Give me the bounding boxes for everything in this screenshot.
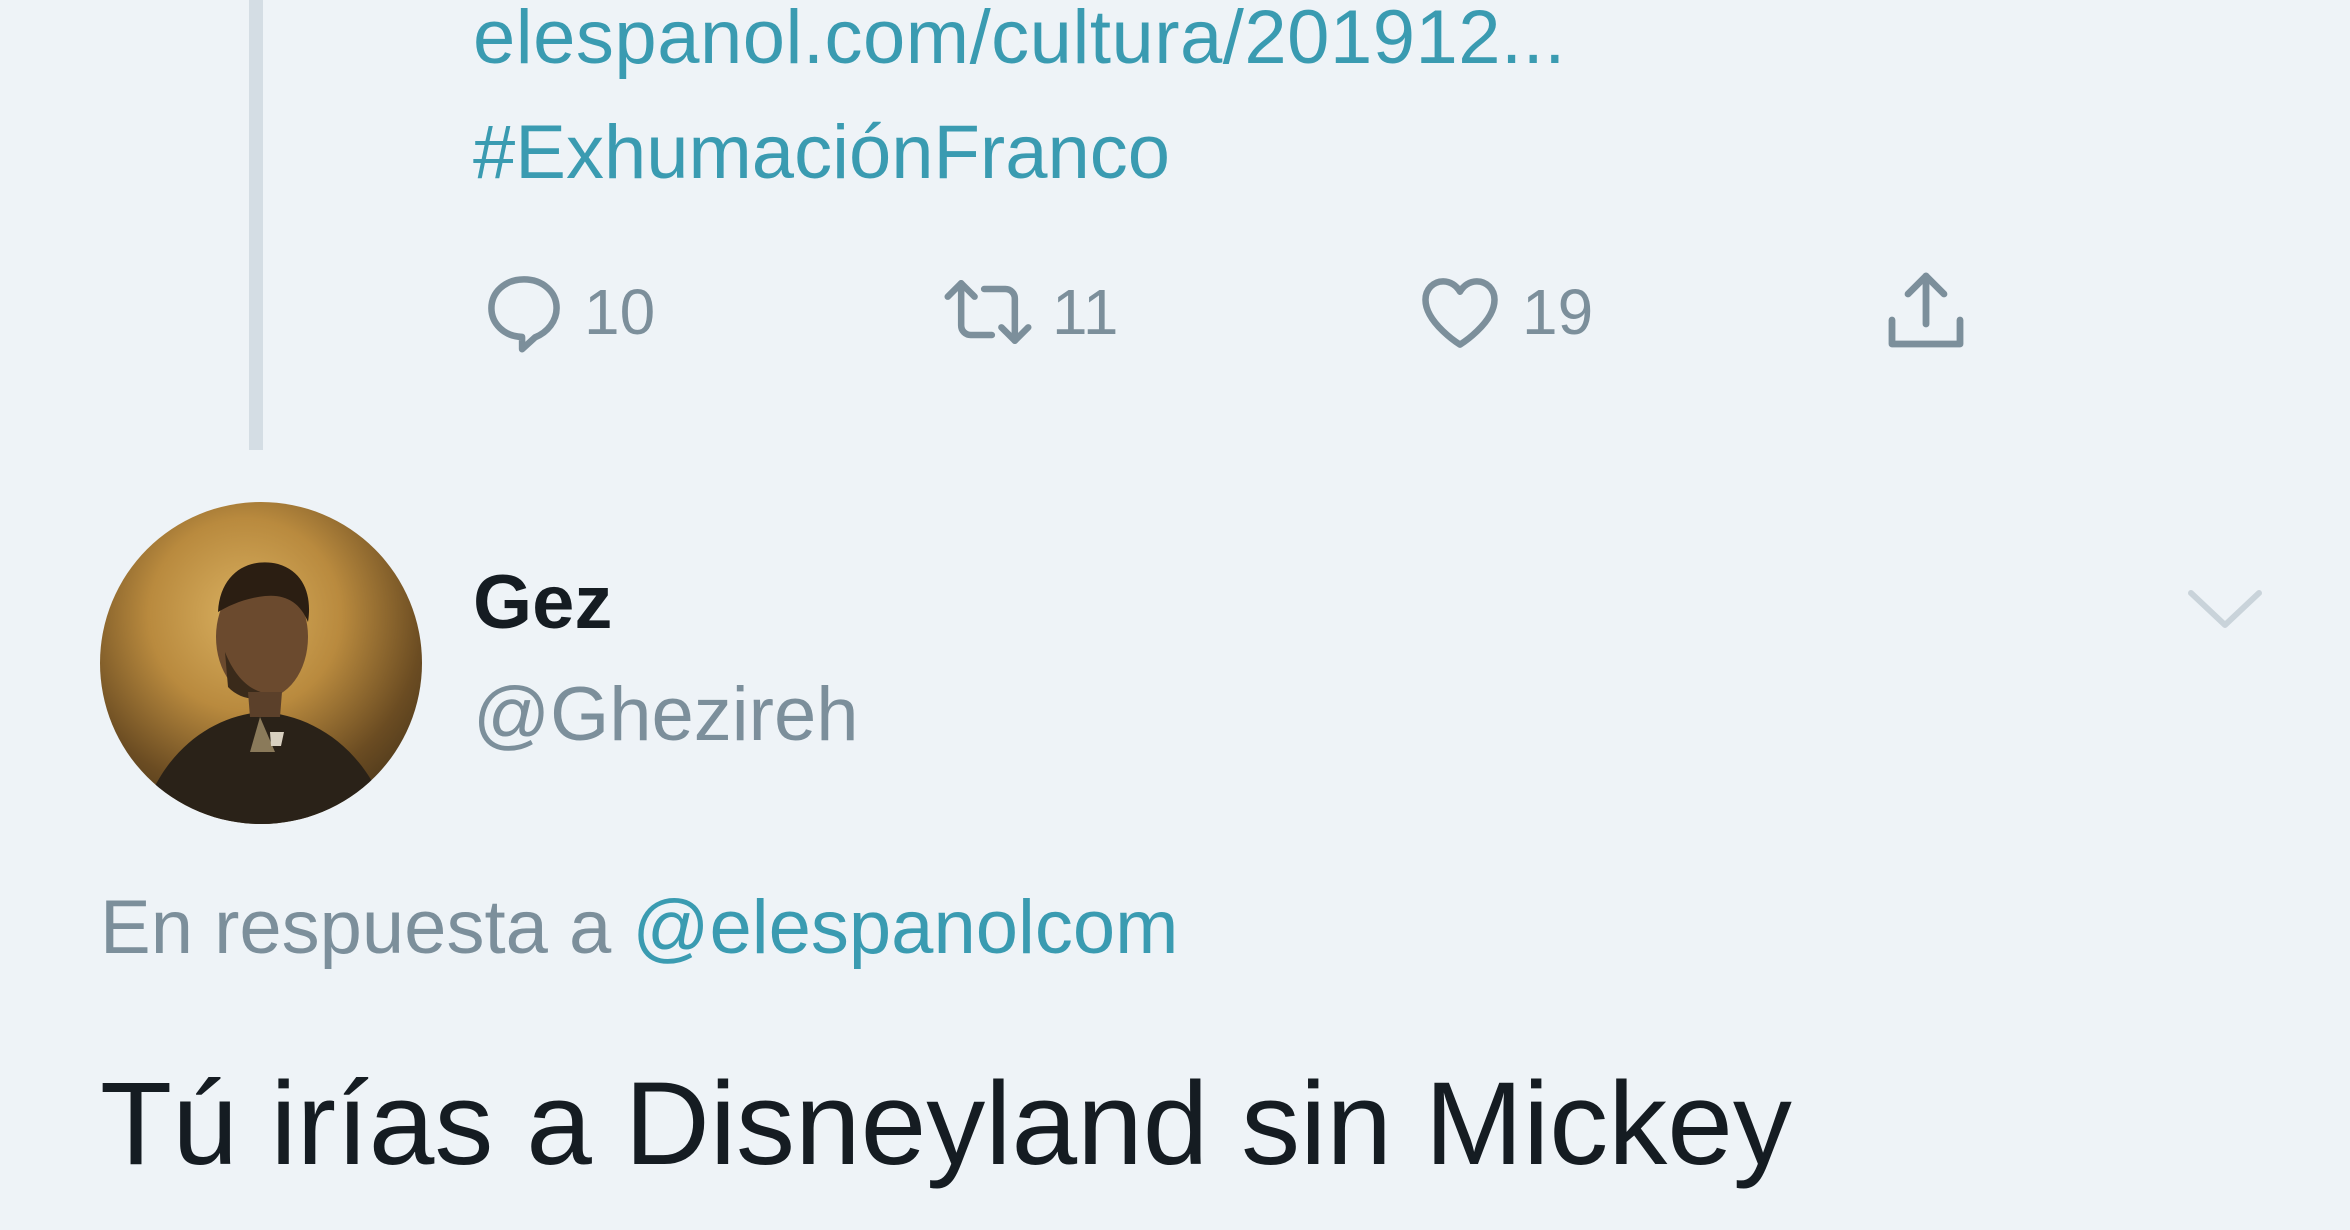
heart-icon [1412, 266, 1508, 358]
tweet-hashtag[interactable]: #ExhumaciónFranco [473, 115, 1170, 191]
tweet-thread: elespanol.com/cultura/201912... #Exhumac… [0, 0, 2350, 1230]
tweet-text: Tú irías a Disneyland sin Mickey [100, 1058, 1792, 1190]
user-handle[interactable]: @Ghezireh [473, 677, 859, 753]
share-button[interactable] [1876, 262, 1976, 362]
like-count: 19 [1522, 276, 1594, 348]
tweet-link[interactable]: elespanol.com/cultura/201912... [473, 0, 1566, 76]
avatar-portrait [140, 562, 390, 824]
tweet-actions-bar: 10 11 19 [0, 262, 2350, 362]
reply-icon [478, 266, 570, 358]
reply-context-prefix: En respuesta a [100, 885, 612, 970]
thread-connector-line [249, 0, 263, 450]
tweet-menu-button[interactable] [2185, 585, 2265, 635]
chevron-down-icon [2188, 590, 2262, 628]
retweet-icon [938, 266, 1038, 358]
reply-button[interactable]: 10 [478, 262, 655, 362]
like-button[interactable]: 19 [1412, 262, 1593, 362]
display-name[interactable]: Gez [473, 565, 612, 641]
reply-count: 10 [584, 276, 656, 348]
avatar[interactable] [100, 502, 422, 824]
retweet-count: 11 [1052, 276, 1119, 348]
reply-mention-link[interactable]: @elespanolcom [632, 885, 1178, 970]
share-icon [1876, 264, 1976, 360]
retweet-button[interactable]: 11 [938, 262, 1118, 362]
reply-context: En respuesta a @elespanolcom [100, 890, 1178, 966]
